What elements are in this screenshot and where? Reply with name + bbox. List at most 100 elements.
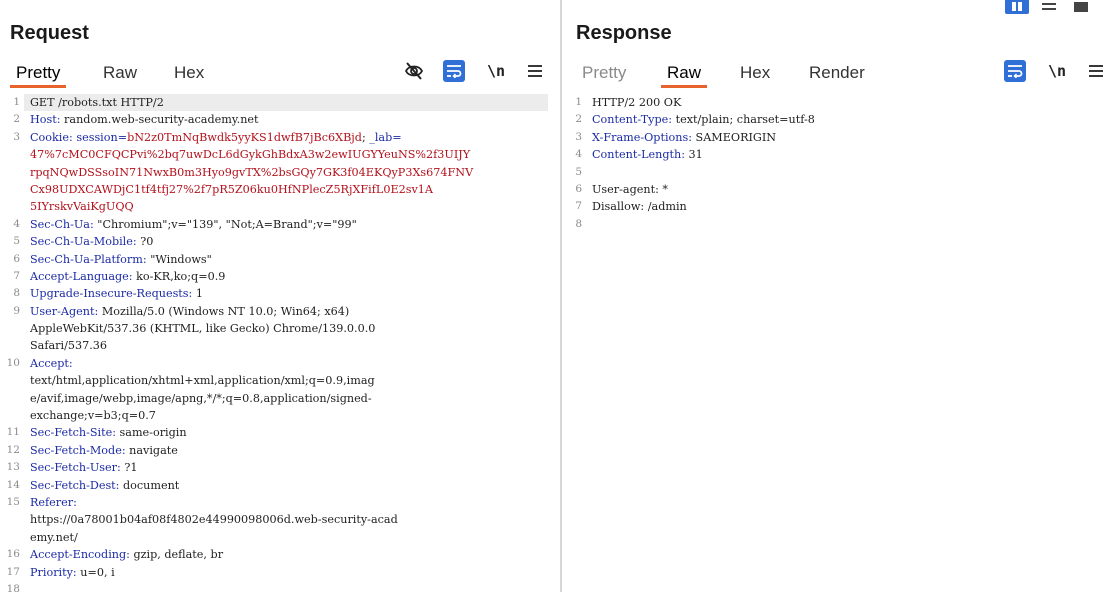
request-tab-pretty[interactable]: Pretty: [10, 62, 67, 88]
line-text: https://0a78001b04af08f4802e44990098006d…: [30, 511, 398, 528]
text-span: text/plain; charset=utf-8: [672, 113, 815, 127]
newline-icon[interactable]: \n: [1046, 60, 1068, 82]
line-text: Sec-Fetch-Mode: navigate: [30, 442, 178, 459]
line-number: 3: [13, 130, 20, 143]
line-number: 10: [6, 356, 20, 369]
line-text: emy.net/: [30, 529, 78, 546]
code-line: Cx98UDXCAWDjC1tf4tfj27%2f7pR5Z06ku0HfNPl…: [0, 181, 560, 198]
header-key: Priority:: [30, 565, 77, 579]
split-vertical-icon[interactable]: [1005, 0, 1029, 14]
text-span: SAMEORIGIN: [692, 130, 777, 144]
line-number: 4: [13, 217, 20, 230]
line-text: Priority: u=0, i: [30, 564, 115, 581]
code-line: https://0a78001b04af08f4802e44990098006d…: [0, 511, 560, 528]
code-line: 7 Accept-Language: ko-KR,ko;q=0.9: [0, 268, 560, 285]
header-key: Sec-Fetch-User:: [30, 461, 121, 475]
response-tab-pretty[interactable]: Pretty: [576, 62, 632, 86]
code-line: 5: [562, 164, 1105, 181]
response-tab-render[interactable]: Render: [803, 62, 871, 86]
response-tab-hex[interactable]: Hex: [734, 62, 776, 86]
code-line: Safari/537.36: [0, 337, 560, 354]
line-number: 5: [575, 165, 582, 178]
line-number: 2: [13, 113, 20, 126]
code-line: 9 User-Agent: Mozilla/5.0 (Windows NT 10.…: [0, 303, 560, 320]
code-line: 11 Sec-Fetch-Site: same-origin: [0, 424, 560, 441]
cookie-value: bN2z0TmNqBwdk5yyKS1dwfB7jBc6XBjd: [127, 130, 362, 144]
code-line: 2 Content-Type: text/plain; charset=utf-8: [562, 111, 1105, 128]
code-line: AppleWebKit/537.36 (KHTML, like Gecko) C…: [0, 320, 560, 337]
response-pane: Response Pretty Raw Hex Render \n 1 HTTP/…: [562, 0, 1105, 592]
split-horizontal-icon[interactable]: [1037, 0, 1061, 14]
line-number: 12: [6, 443, 20, 456]
header-key: Sec-Ch-Ua:: [30, 217, 94, 231]
text-span: e/avif,image/webp,image/apng,*/*;q=0.8,a…: [30, 391, 372, 405]
line-text: Content-Type: text/plain; charset=utf-8: [592, 111, 815, 128]
line-number: 9: [13, 304, 20, 317]
response-tab-raw[interactable]: Raw: [661, 62, 708, 88]
line-text: User-agent: *: [592, 181, 668, 198]
tabs-layout-icon[interactable]: [1069, 0, 1093, 14]
text-span: navigate: [125, 443, 178, 457]
request-editor[interactable]: 1 GET /robots.txt HTTP/2 2 Host: random.web…: [0, 94, 560, 592]
code-line: 6 Sec-Ch-Ua-Platform: "Windows": [0, 251, 560, 268]
line-text: text/html,application/xhtml+xml,applicat…: [30, 372, 375, 389]
request-pane: Request Pretty Raw Hex \n 1 GET /robots.t…: [0, 0, 560, 592]
line-number: 7: [575, 200, 582, 213]
line-text: AppleWebKit/537.36 (KHTML, like Gecko) C…: [30, 320, 375, 337]
code-line: 8: [562, 216, 1105, 233]
line-text: Cx98UDXCAWDjC1tf4tfj27%2f7pR5Z06ku0HfNPl…: [30, 181, 433, 198]
code-line: 4 Content-Length: 31: [562, 146, 1105, 163]
line-text: Sec-Ch-Ua-Mobile: ?0: [30, 233, 153, 250]
code-line: e/avif,image/webp,image/apng,*/*;q=0.8,a…: [0, 390, 560, 407]
text-span: random.web-security-academy.net: [60, 113, 259, 127]
line-number: 17: [6, 565, 20, 578]
header-key: _lab=: [369, 130, 402, 144]
cookie-value: Cx98UDXCAWDjC1tf4tfj27%2f7pR5Z06ku0HfNPl…: [30, 182, 433, 196]
word-wrap-icon[interactable]: [1004, 60, 1026, 82]
line-number: 6: [575, 182, 582, 195]
code-line: 3 Cookie: session=bN2z0TmNqBwdk5yyKS1dwfB…: [0, 129, 560, 146]
line-text: User-Agent: Mozilla/5.0 (Windows NT 10.0…: [30, 303, 349, 320]
menu-icon[interactable]: [1086, 60, 1105, 82]
line-number: 7: [13, 269, 20, 282]
request-tab-hex[interactable]: Hex: [168, 62, 210, 86]
text-span: ?1: [120, 461, 138, 475]
line-number: 3: [575, 130, 582, 143]
cookie-value: 47%7cMC0CFQCPvi%2bq7uwDcL6dGykGhBdxA3w2e…: [30, 148, 471, 162]
line-text: Sec-Ch-Ua-Platform: "Windows": [30, 251, 212, 268]
header-key: session=: [72, 130, 128, 144]
code-line: text/html,application/xhtml+xml,applicat…: [0, 372, 560, 389]
code-line: emy.net/: [0, 529, 560, 546]
header-key: Sec-Ch-Ua-Mobile:: [30, 235, 137, 249]
word-wrap-icon[interactable]: [443, 60, 465, 82]
line-number: 2: [575, 113, 582, 126]
line-text: Cookie: session=bN2z0TmNqBwdk5yyKS1dwfB7…: [30, 129, 402, 146]
text-span: Disallow: /admin: [592, 200, 687, 214]
line-number: 16: [6, 548, 20, 561]
line-text: rpqNQwDSSsoIN71NwxB0m3Hyo9gvTX%2bsGQy7GK…: [30, 164, 473, 181]
eye-off-icon[interactable]: [402, 60, 426, 82]
text-span: Safari/537.36: [30, 339, 107, 353]
text-span: GET /robots.txt HTTP/2: [30, 96, 164, 109]
code-line: 7 Disallow: /admin: [562, 198, 1105, 215]
request-tab-raw[interactable]: Raw: [97, 62, 143, 86]
line-text: Safari/537.36: [30, 337, 107, 354]
text-span: exchange;v=b3;q=0.7: [30, 409, 156, 423]
text-span: emy.net/: [30, 530, 78, 544]
line-text: 5IYrskvVaiKgUQQ: [30, 198, 134, 215]
code-line: 4 Sec-Ch-Ua: "Chromium";v="139", "Not;A=B…: [0, 216, 560, 233]
text-span: u=0, i: [76, 565, 115, 579]
cookie-value: rpqNQwDSSsoIN71NwxB0m3Hyo9gvTX%2bsGQy7GK…: [30, 165, 474, 179]
line-text: Upgrade-Insecure-Requests: 1: [30, 285, 203, 302]
line-text: Sec-Ch-Ua: "Chromium";v="139", "Not;A=Br…: [30, 216, 357, 233]
header-key: Accept:: [30, 356, 73, 370]
response-editor[interactable]: 1 HTTP/2 200 OK 2 Content-Type: text/plain;…: [562, 94, 1105, 592]
code-line: 10 Accept:: [0, 355, 560, 372]
cookie-value: 5IYrskvVaiKgUQQ: [30, 200, 134, 214]
code-line: rpqNQwDSSsoIN71NwxB0m3Hyo9gvTX%2bsGQy7GK…: [0, 164, 560, 181]
line-number: 14: [6, 478, 20, 491]
newline-icon[interactable]: \n: [485, 60, 507, 82]
code-line: 16 Accept-Encoding: gzip, deflate, br: [0, 546, 560, 563]
text-span: "Chromium";v="139", "Not;A=Brand";v="99": [93, 217, 357, 231]
menu-icon[interactable]: [525, 60, 545, 82]
